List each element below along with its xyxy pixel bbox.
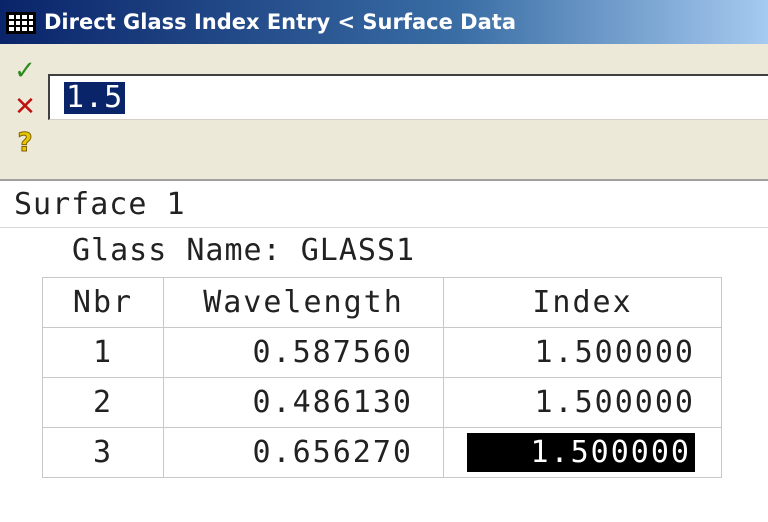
cell-nbr: 3 <box>42 427 164 478</box>
surface-row[interactable]: Surface 1 <box>0 181 768 228</box>
help-question-icon[interactable]: ? <box>10 128 40 159</box>
surface-data-panel: Surface 1 Glass Name: GLASS1 Nbr Wavelen… <box>0 181 768 522</box>
header-nbr: Nbr <box>42 277 164 328</box>
cell-wavelength[interactable]: 0.587560 <box>163 327 444 378</box>
header-wavelength: Wavelength <box>163 277 444 328</box>
table-row[interactable]: 3 0.656270 1.500000 <box>42 427 722 478</box>
cell-wavelength[interactable]: 0.656270 <box>163 427 444 478</box>
table-row[interactable]: 1 0.587560 1.500000 <box>42 327 722 378</box>
title-bar[interactable]: Direct Glass Index Entry < Surface Data <box>0 0 768 44</box>
table-icon <box>6 12 36 34</box>
glass-name-label: Glass Name: GLASS1 <box>72 233 416 268</box>
cell-nbr: 1 <box>42 327 164 378</box>
table-row[interactable]: 2 0.486130 1.500000 <box>42 377 722 428</box>
header-index: Index <box>443 277 722 328</box>
selected-index-value: 1.500000 <box>466 433 695 472</box>
glass-index-table: Nbr Wavelength Index 1 0.587560 1.500000… <box>42 277 722 478</box>
table-header-row: Nbr Wavelength Index <box>42 277 722 328</box>
entry-toolbar: ✓ ✕ ? 1.5 <box>0 44 768 180</box>
surface-label: Surface 1 <box>14 187 186 222</box>
cell-wavelength[interactable]: 0.486130 <box>163 377 444 428</box>
cell-nbr: 2 <box>42 377 164 428</box>
cancel-x-icon[interactable]: ✕ <box>10 92 40 122</box>
window-title: Direct Glass Index Entry < Surface Data <box>44 10 516 34</box>
cell-index[interactable]: 1.500000 <box>443 377 722 428</box>
value-entry-field[interactable]: 1.5 <box>48 74 768 120</box>
cell-index[interactable]: 1.500000 <box>443 327 722 378</box>
cell-index-selected[interactable]: 1.500000 <box>443 427 722 478</box>
entry-selected-text: 1.5 <box>64 80 126 115</box>
accept-check-icon[interactable]: ✓ <box>10 56 40 86</box>
